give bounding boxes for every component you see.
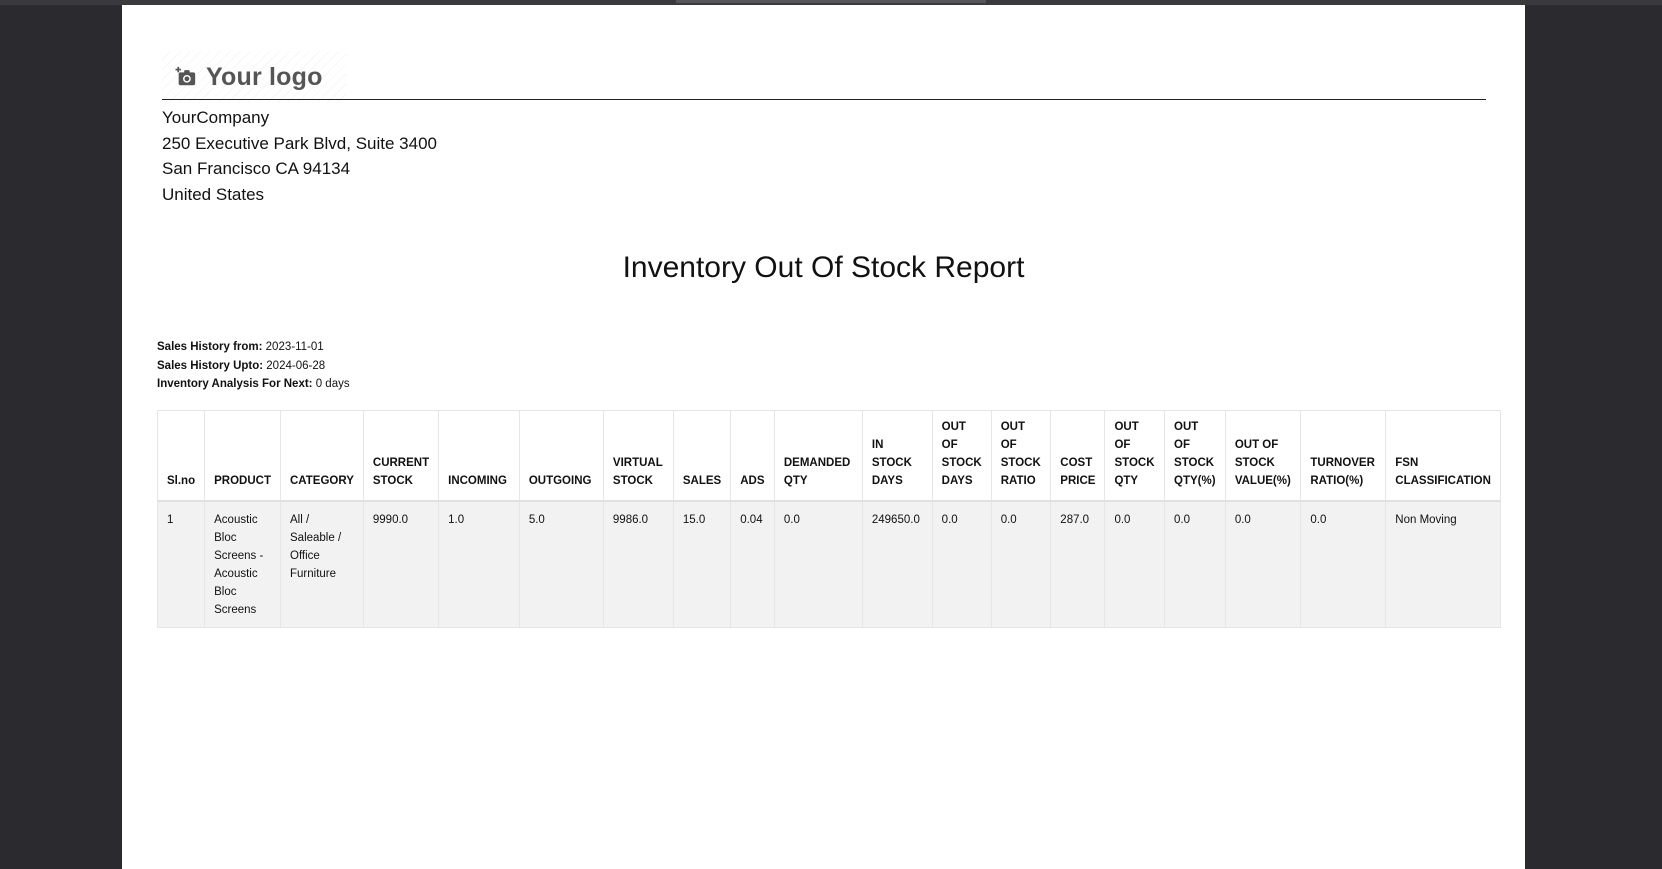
header-virtual-stock: VIRTUAL STOCK — [602, 410, 674, 502]
report-title: Inventory Out Of Stock Report — [622, 251, 1025, 284]
sales-history-from-value: 2023-11-01 — [265, 341, 324, 353]
cell-out-of-stock-qty-pct: 0.0 — [1164, 500, 1226, 628]
out-of-stock-table: Sl.no PRODUCT CATEGORY CURRENT STOCK INC… — [156, 410, 1501, 628]
cell-category: All / Saleable / Office Furniture — [280, 500, 364, 628]
cell-cost-price: 287.0 — [1050, 500, 1106, 628]
cell-sales: 15.0 — [672, 500, 732, 628]
header-demanded-qty: DEMANDED QTY — [773, 410, 863, 502]
cell-turnover-ratio: 0.0 — [1300, 500, 1387, 628]
cell-incoming: 1.0 — [438, 500, 520, 628]
header-incoming: INCOMING — [438, 410, 520, 502]
company-logo: Your logo — [162, 51, 346, 103]
header-fsn-classification: FSN CLASSIFICATION — [1385, 410, 1501, 502]
inventory-analysis-value: 0 days — [315, 378, 350, 390]
header-category: CATEGORY — [280, 410, 364, 502]
header-current-stock: CURRENT STOCK — [362, 410, 440, 502]
cell-out-of-stock-qty: 0.0 — [1104, 500, 1166, 628]
company-address: YourCompany 250 Executive Park Blvd, Sui… — [162, 105, 437, 207]
sales-history-upto: Sales History Upto: 2024-06-28 — [157, 357, 350, 376]
header-divider — [162, 99, 1486, 100]
sales-history-from: Sales History from: 2023-11-01 — [157, 338, 350, 357]
header-outgoing: OUTGOING — [518, 410, 604, 502]
report-meta: Sales History from: 2023-11-01 Sales His… — [157, 338, 350, 394]
pdf-viewer: Your logo YourCompany 250 Executive Park… — [0, 0, 1662, 869]
cell-sl-no: 1 — [156, 500, 206, 628]
inventory-analysis-period: Inventory Analysis For Next: 0 days — [157, 375, 350, 394]
cell-demanded-qty: 0.0 — [773, 500, 863, 628]
sales-history-upto-value: 2024-06-28 — [266, 359, 326, 372]
cell-outgoing: 5.0 — [518, 500, 604, 628]
company-name: YourCompany — [162, 108, 270, 127]
cell-virtual-stock: 9986.0 — [602, 500, 674, 628]
company-city: San Francisco CA 94134 — [162, 159, 351, 178]
header-sales: SALES — [672, 410, 732, 502]
cell-current-stock: 9990.0 — [362, 500, 440, 628]
header-sl-no: Sl.no — [156, 410, 206, 502]
table-row: 1 Acoustic Bloc Screens - Acoustic Bloc … — [156, 500, 1501, 628]
cell-out-of-stock-days: 0.0 — [931, 500, 992, 628]
header-out-of-stock-qty-pct: OUT OF STOCK QTY(%) — [1164, 410, 1226, 502]
header-out-of-stock-days: OUT OF STOCK DAYS — [931, 410, 992, 502]
sales-history-upto-label: Sales History Upto: — [157, 359, 264, 372]
header-turnover-ratio: TURNOVER RATIO(%) — [1300, 410, 1387, 502]
logo-text: Your logo — [206, 62, 323, 91]
cell-fsn-classification: Non Moving — [1385, 500, 1501, 628]
header-ads: ADS — [730, 410, 775, 502]
company-country: United States — [162, 184, 265, 204]
header-out-of-stock-qty: OUT OF STOCK QTY — [1104, 410, 1166, 502]
report-page: Your logo YourCompany 250 Executive Park… — [122, 5, 1525, 869]
company-street: 250 Executive Park Blvd, Suite 3400 — [162, 133, 437, 153]
cell-ads: 0.04 — [730, 500, 775, 628]
camera-plus-icon — [175, 66, 196, 86]
horizontal-scroll-thumb[interactable] — [676, 0, 986, 3]
cell-product: Acoustic Bloc Screens - Acoustic Bloc Sc… — [204, 500, 281, 628]
sales-history-from-label: Sales History from: — [157, 341, 263, 353]
header-cost-price: COST PRICE — [1050, 410, 1106, 502]
inventory-analysis-label: Inventory Analysis For Next: — [157, 378, 313, 390]
cell-in-stock-days: 249650.0 — [861, 500, 933, 628]
cell-out-of-stock-value-pct: 0.0 — [1224, 500, 1302, 628]
cell-out-of-stock-ratio: 0.0 — [990, 500, 1052, 628]
header-product: PRODUCT — [204, 410, 281, 502]
header-out-of-stock-ratio: OUT OF STOCK RATIO — [990, 410, 1052, 502]
table-header-row: Sl.no PRODUCT CATEGORY CURRENT STOCK INC… — [156, 410, 1501, 502]
header-out-of-stock-value-pct: OUT OF STOCK VALUE(%) — [1224, 410, 1302, 502]
header-in-stock-days: IN STOCK DAYS — [861, 410, 933, 502]
